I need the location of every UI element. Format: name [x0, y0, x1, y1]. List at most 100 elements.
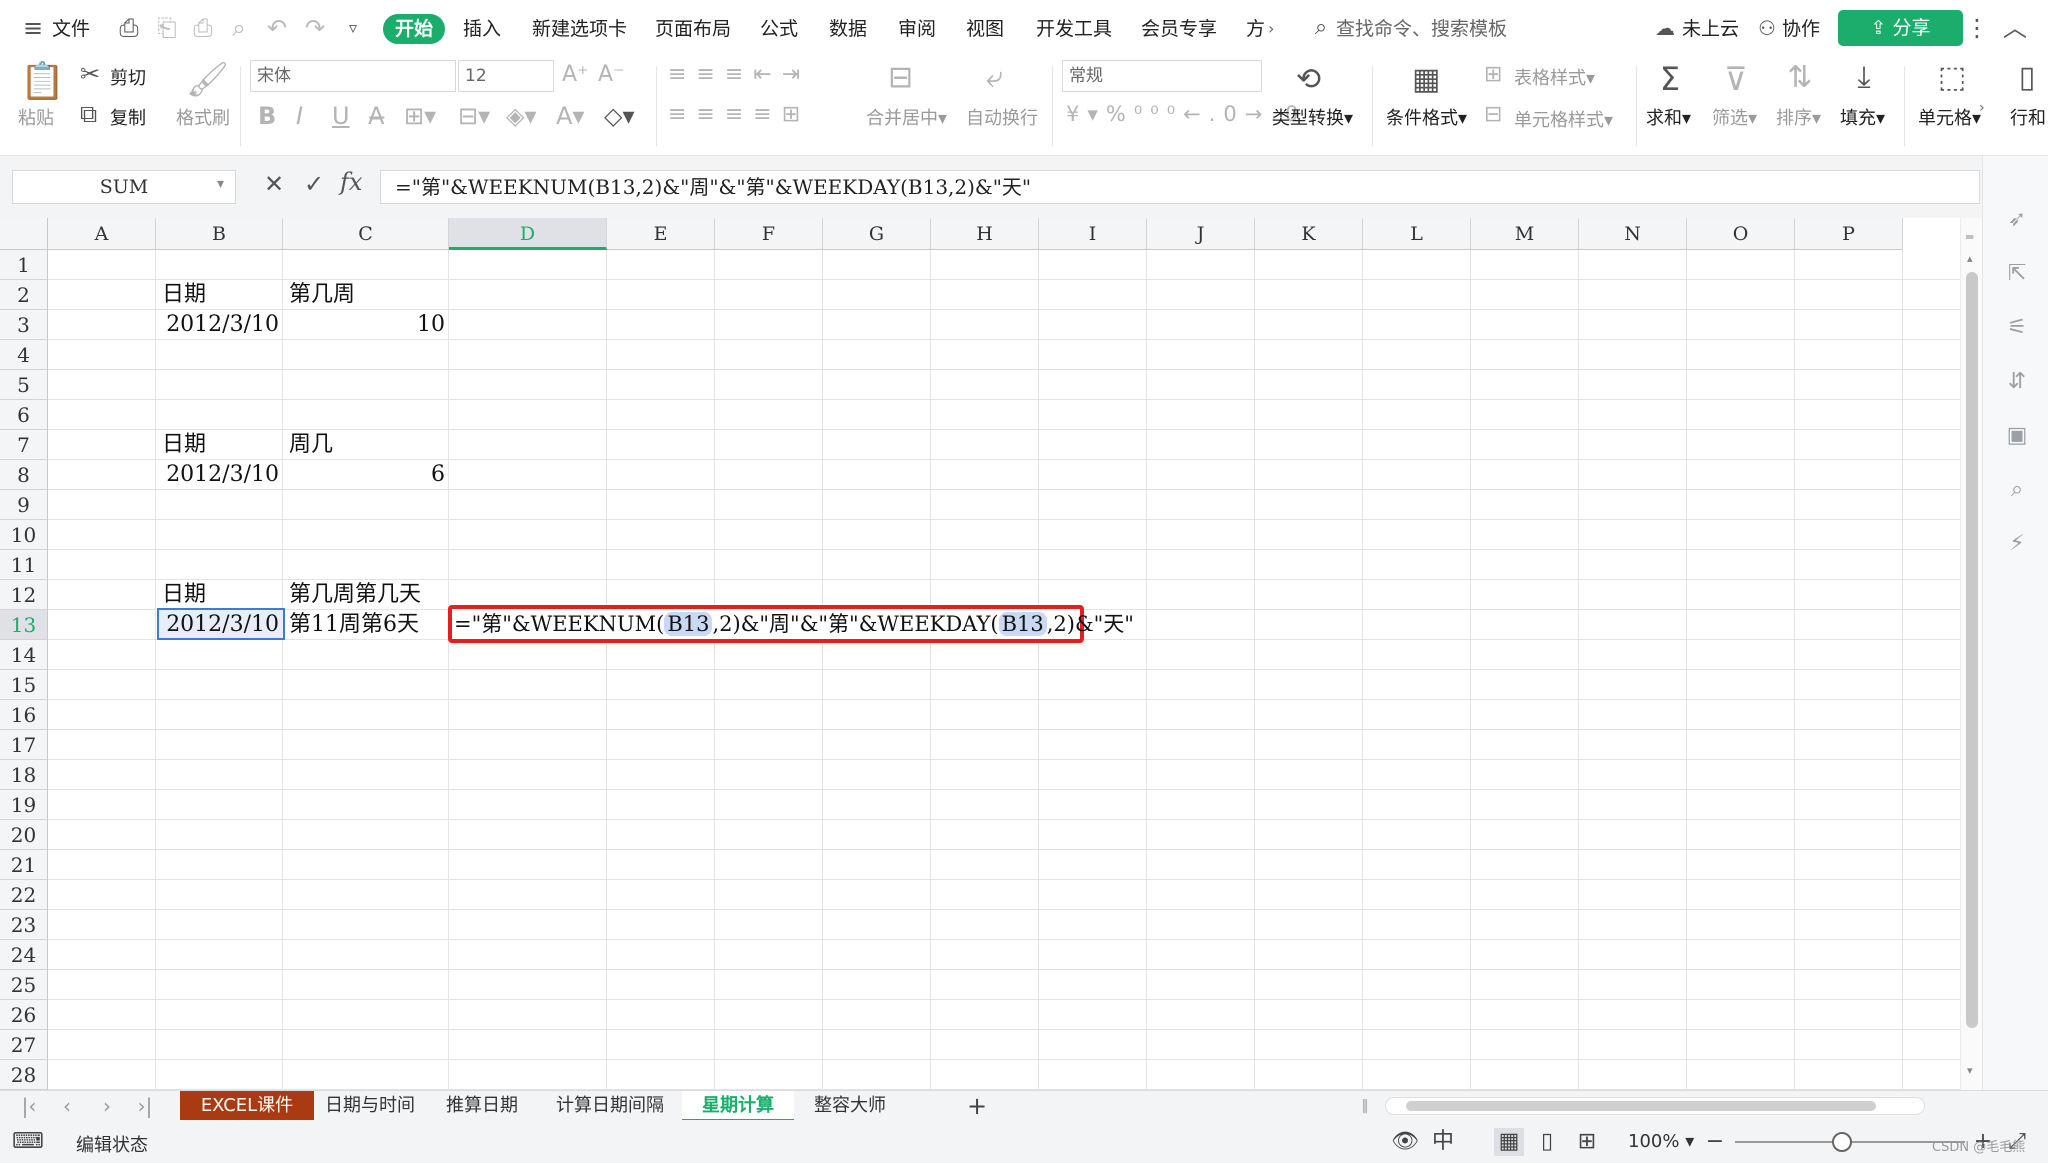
strikethrough-icon[interactable]: A̶ [368, 102, 384, 130]
sheet-tab-3[interactable]: 推算日期 [426, 1091, 538, 1121]
type-convert-button[interactable]: 类型转换▾ [1272, 104, 1353, 130]
collaborate-button[interactable]: 协作 [1782, 14, 1820, 44]
number-format-select[interactable]: 常规 [1062, 60, 1262, 92]
cell-edit-box[interactable]: ="第"&WEEKNUM(B13,2)&"周"&"第"&WEEKDAY(B13,… [448, 605, 1134, 643]
sheet-tab-5[interactable]: 星期计算 [682, 1091, 794, 1121]
tab-formulas[interactable]: 公式 [760, 14, 798, 44]
row-header-15[interactable]: 15 [0, 670, 48, 700]
tab-review[interactable]: 审阅 [898, 14, 936, 44]
cell-c12[interactable]: 第几周第几天 [283, 580, 449, 610]
book-search-icon[interactable]: ⌕ [2003, 476, 2031, 504]
image-panel-icon[interactable]: ▣ [2003, 422, 2031, 450]
select-cursor-icon[interactable]: ⇱ [2003, 260, 2031, 288]
filter-icon[interactable]: ⊽ [1716, 60, 1756, 98]
tab-view[interactable]: 视图 [966, 14, 1004, 44]
print-icon[interactable]: ⎙ [188, 13, 218, 43]
column-header-e[interactable]: E [607, 218, 715, 250]
cell-c13[interactable]: 第11周第6天 [283, 610, 449, 640]
add-sheet-icon[interactable]: + [962, 1091, 992, 1121]
vertical-scrollbar[interactable]: ═ ▴ ▾ [1960, 218, 1982, 1090]
horizontal-align-icons[interactable]: ≡≡≡≡⊞ [668, 102, 810, 127]
file-menu[interactable]: 文件 [52, 14, 90, 44]
name-box-dropdown-icon[interactable]: ▾ [217, 176, 224, 192]
clear-format-icon[interactable]: ◇▾ [604, 102, 635, 130]
cancel-icon[interactable]: ✕ [264, 170, 284, 198]
table-style-icon[interactable]: ⊞ [1484, 62, 1502, 87]
prev-sheet-icon[interactable]: ‹ [52, 1091, 82, 1121]
cell-c2[interactable]: 第几周 [283, 280, 449, 310]
tab-home[interactable]: 开始 [383, 14, 446, 44]
panel-expand-icon[interactable]: › [1979, 100, 1985, 116]
cell-c8[interactable]: 6 [283, 460, 449, 490]
row-header-17[interactable]: 17 [0, 730, 48, 760]
row-header-22[interactable]: 22 [0, 880, 48, 910]
row-header-26[interactable]: 26 [0, 1000, 48, 1030]
row-header-5[interactable]: 5 [0, 370, 48, 400]
column-header-h[interactable]: H [931, 218, 1039, 250]
row-header-25[interactable]: 25 [0, 970, 48, 1000]
cell-b8[interactable]: 2012/3/10 [156, 460, 283, 490]
vertical-align-icons[interactable]: ≡≡≡⇤⇥ [668, 62, 810, 87]
format-painter-icon[interactable]: 🖌 [186, 60, 229, 100]
first-sheet-icon[interactable]: |‹ [14, 1091, 44, 1121]
fill-color-icon[interactable]: ◈▾ [506, 102, 537, 130]
zoom-slider-knob[interactable] [1832, 1132, 1852, 1152]
name-box[interactable]: SUM [12, 170, 236, 204]
cut-icon[interactable]: ✂ [80, 60, 100, 88]
borders-icon[interactable]: ⊞▾ [404, 102, 436, 130]
column-header-m[interactable]: M [1471, 218, 1579, 250]
wrap-text-button[interactable]: 自动换行 [966, 104, 1038, 130]
copy-button[interactable]: 复制 [110, 104, 146, 130]
collapse-ribbon-icon[interactable]: ︿ [2000, 13, 2030, 43]
row-header-7[interactable]: 7 [0, 430, 48, 460]
row-header-24[interactable]: 24 [0, 940, 48, 970]
share-button[interactable]: ⇪ 分享 [1838, 10, 1963, 46]
fill-button[interactable]: 填充▾ [1840, 104, 1885, 130]
column-header-g[interactable]: G [823, 218, 931, 250]
normal-view-icon[interactable]: ▦ [1494, 1128, 1524, 1156]
redo-icon[interactable]: ↷ [300, 13, 330, 43]
row-header-11[interactable]: 11 [0, 550, 48, 580]
undo-icon[interactable]: ↶ [262, 13, 292, 43]
insert-function-icon[interactable]: fx [340, 168, 362, 196]
sort-icon[interactable]: ⇅ [1780, 60, 1820, 95]
cell-style-icon[interactable]: ⊟ [1484, 102, 1502, 127]
wrap-text-icon[interactable]: ⤶ [986, 60, 1003, 95]
decrease-font-icon[interactable]: A⁻ [598, 62, 625, 87]
next-sheet-icon[interactable]: › [92, 1091, 122, 1121]
cell-b7[interactable]: 日期 [156, 430, 283, 460]
increase-font-icon[interactable]: A⁺ [562, 62, 589, 87]
row-header-16[interactable]: 16 [0, 700, 48, 730]
save-icon[interactable]: ⎙ [114, 13, 144, 43]
row-header-8[interactable]: 8 [0, 460, 48, 490]
cell-b12[interactable]: 日期 [156, 580, 283, 610]
row-header-20[interactable]: 20 [0, 820, 48, 850]
scroll-split-icon[interactable]: ═ [1966, 230, 1973, 244]
horizontal-scrollbar[interactable] [1385, 1097, 1925, 1115]
tab-more[interactable]: 方 [1246, 14, 1265, 44]
column-header-n[interactable]: N [1579, 218, 1687, 250]
sheet-tab-4[interactable]: 计算日期间隔 [538, 1091, 682, 1121]
vertical-scroll-thumb[interactable] [1966, 272, 1978, 1028]
cell-style-button[interactable]: 单元格样式▾ [1514, 106, 1613, 132]
tab-page-layout[interactable]: 页面布局 [655, 14, 731, 44]
row-header-27[interactable]: 27 [0, 1030, 48, 1060]
input-language-icon[interactable]: 中▾ [1428, 1128, 1458, 1163]
column-header-c[interactable]: C [283, 218, 449, 250]
macro-record-icon[interactable]: ⌨ [12, 1128, 44, 1156]
export-pdf-icon[interactable]: ⎗ [152, 13, 182, 43]
font-size-select[interactable]: 12 [458, 60, 554, 92]
format-painter-button[interactable]: 格式刷 [176, 104, 230, 130]
row-header-1[interactable]: 1 [0, 250, 48, 280]
cloud-status[interactable]: 未上云 [1682, 14, 1739, 44]
number-format-icons[interactable]: ¥▾%⁰⁰⁰←.0→.0 [1066, 102, 1306, 126]
tabs-scroll-right-icon[interactable]: › [1268, 14, 1274, 44]
tab-data[interactable]: 数据 [829, 14, 867, 44]
column-header-o[interactable]: O [1687, 218, 1795, 250]
print-preview-icon[interactable]: ⌕ [224, 13, 254, 43]
page-break-view-icon[interactable]: ⊞ [1572, 1128, 1602, 1156]
sum-button[interactable]: 求和▾ [1646, 104, 1691, 130]
sort-panel-icon[interactable]: ⇵ [2003, 368, 2031, 396]
row-header-6[interactable]: 6 [0, 400, 48, 430]
filter-button[interactable]: 筛选▾ [1712, 104, 1757, 130]
